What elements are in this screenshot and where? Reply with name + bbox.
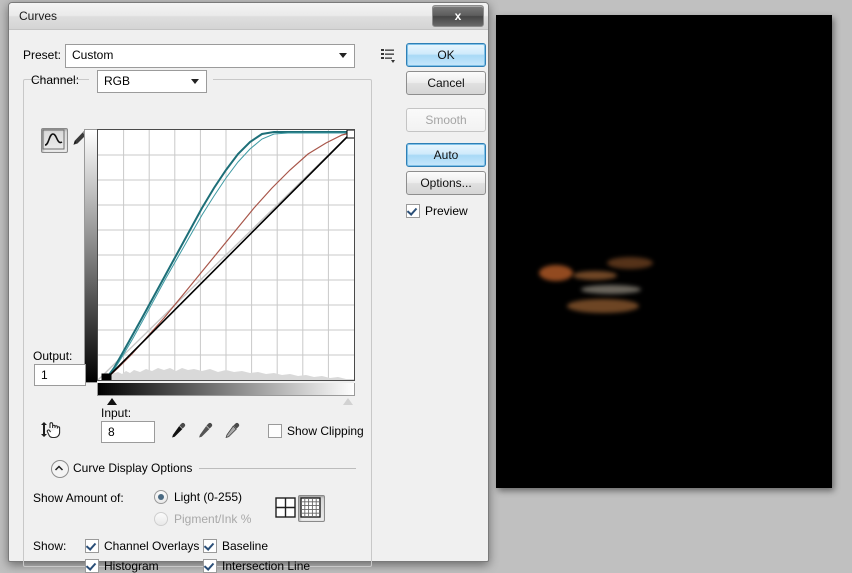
radio-light-label: Light (0-255) — [174, 490, 243, 504]
white-point-control — [346, 129, 356, 139]
input-input[interactable]: 8 — [101, 421, 155, 443]
black-point-slider[interactable] — [107, 398, 117, 405]
dialog-title: Curves — [19, 9, 58, 23]
output-value: 1 — [41, 368, 48, 382]
baseline-row[interactable]: Baseline — [203, 539, 268, 553]
input-gradient-ramp — [97, 383, 355, 396]
preview-label: Preview — [425, 204, 468, 218]
curve-grid[interactable] — [97, 129, 356, 384]
baseline-label: Baseline — [222, 539, 269, 553]
options-button[interactable]: Options... — [406, 171, 486, 195]
black-point-control — [101, 373, 112, 384]
radio-pigment-label: Pigment/Ink % — [174, 512, 252, 526]
white-point-slider[interactable] — [343, 398, 353, 405]
histogram-checkbox[interactable] — [85, 559, 99, 573]
baseline-checkbox[interactable] — [203, 539, 217, 553]
output-gradient-ramp — [84, 129, 97, 383]
channel-overlays-row[interactable]: Channel Overlays — [85, 539, 199, 553]
preview-checkbox[interactable] — [406, 204, 420, 218]
histogram-label: Histogram — [104, 559, 159, 573]
preset-value: Custom — [72, 48, 114, 62]
eyedropper-gray-point-icon[interactable] — [195, 421, 215, 441]
show-clipping-label: Show Clipping — [287, 424, 364, 438]
show-clipping-checkbox[interactable] — [268, 424, 282, 438]
intersection-line-row[interactable]: Intersection Line — [203, 559, 310, 573]
histogram-row[interactable]: Histogram — [85, 559, 159, 573]
close-icon[interactable]: x — [432, 5, 484, 27]
curve-plot[interactable] — [97, 129, 356, 384]
output-input[interactable]: 1 — [34, 364, 86, 386]
channel-dropdown[interactable]: RGB — [97, 70, 207, 93]
preview-checkbox-row[interactable]: Preview — [406, 204, 468, 218]
radio-light[interactable] — [154, 490, 168, 504]
cancel-button[interactable]: Cancel — [406, 71, 486, 95]
curve-tool-icon[interactable] — [41, 128, 68, 153]
output-label: Output: — [33, 349, 73, 363]
channel-value: RGB — [104, 74, 131, 88]
channel-label: Channel: — [31, 73, 80, 87]
dialog-titlebar[interactable]: Curves x — [9, 3, 488, 30]
radio-pigment-row[interactable]: Pigment/Ink % — [154, 512, 251, 526]
radio-light-row[interactable]: Light (0-255) — [154, 490, 242, 504]
chevron-down-icon — [339, 53, 347, 58]
auto-button[interactable]: Auto — [406, 143, 486, 167]
histogram — [106, 368, 354, 380]
chevron-up-circle-icon[interactable] — [51, 460, 69, 478]
dialog-body: Preset: Custom OK Cancel Smooth Auto Opt… — [9, 29, 488, 573]
chevron-down-icon — [191, 79, 199, 84]
radio-pigment[interactable] — [154, 512, 168, 526]
channel-overlays-label: Channel Overlays — [104, 539, 200, 553]
grid-quarter-icon[interactable] — [275, 497, 296, 518]
intersection-line-label: Intersection Line — [222, 559, 311, 573]
show-amount-label: Show Amount of: — [33, 491, 124, 505]
curve-display-options-label: Curve Display Options — [73, 461, 193, 475]
smooth-button[interactable]: Smooth — [406, 108, 486, 132]
section-divider — [199, 468, 356, 469]
eyedropper-black-point-icon[interactable] — [168, 421, 188, 441]
channel-overlays-checkbox[interactable] — [85, 539, 99, 553]
preset-label: Preset: — [23, 48, 62, 62]
input-value: 8 — [108, 425, 115, 439]
show-clipping-row[interactable]: Show Clipping — [268, 424, 364, 438]
show-label: Show: — [33, 539, 67, 553]
eyedropper-white-point-icon[interactable] — [222, 421, 242, 441]
preset-dropdown[interactable]: Custom — [65, 44, 355, 68]
jupiter-image — [521, 199, 681, 359]
input-label: Input: — [101, 406, 132, 420]
preset-menu-icon[interactable] — [379, 46, 397, 64]
jupiter-limb-shading — [521, 199, 681, 359]
on-image-adjust-icon[interactable] — [39, 419, 65, 443]
curves-dialog: Curves x Preset: Custom OK Cancel Smooth — [8, 2, 489, 573]
curve-display-options-header[interactable]: Curve Display Options — [51, 460, 356, 478]
grid-tenth-icon[interactable] — [298, 495, 325, 522]
ok-button[interactable]: OK — [406, 43, 486, 67]
document-image-window[interactable] — [496, 15, 832, 488]
curve-graph[interactable] — [84, 129, 356, 405]
intersection-line-checkbox[interactable] — [203, 559, 217, 573]
